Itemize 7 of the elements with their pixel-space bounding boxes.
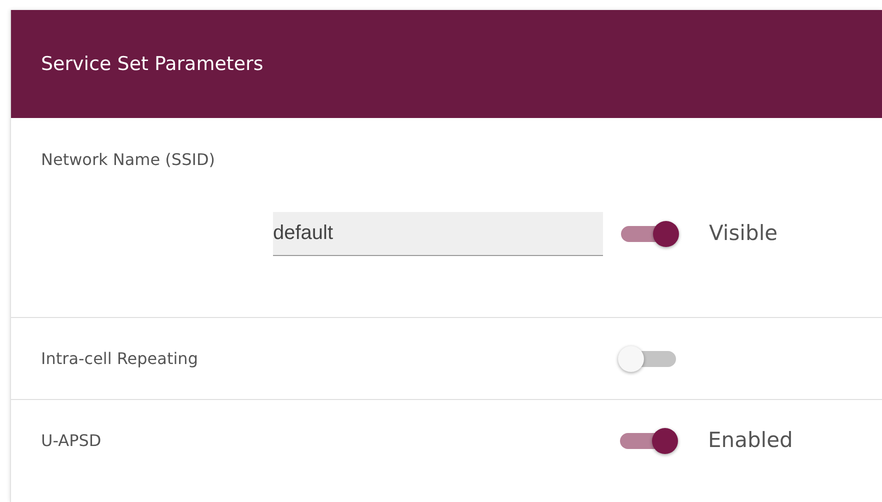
panel-title: Service Set Parameters xyxy=(41,52,264,77)
setting-label: U-APSD xyxy=(41,431,102,450)
toggle-label: Visible xyxy=(709,220,778,248)
setting-label: Network Name (SSID) xyxy=(41,149,216,171)
input-field[interactable]: default xyxy=(273,212,603,256)
toggle-label: Enabled xyxy=(708,427,793,454)
setting-label: Intra-cell Repeating xyxy=(41,348,198,368)
